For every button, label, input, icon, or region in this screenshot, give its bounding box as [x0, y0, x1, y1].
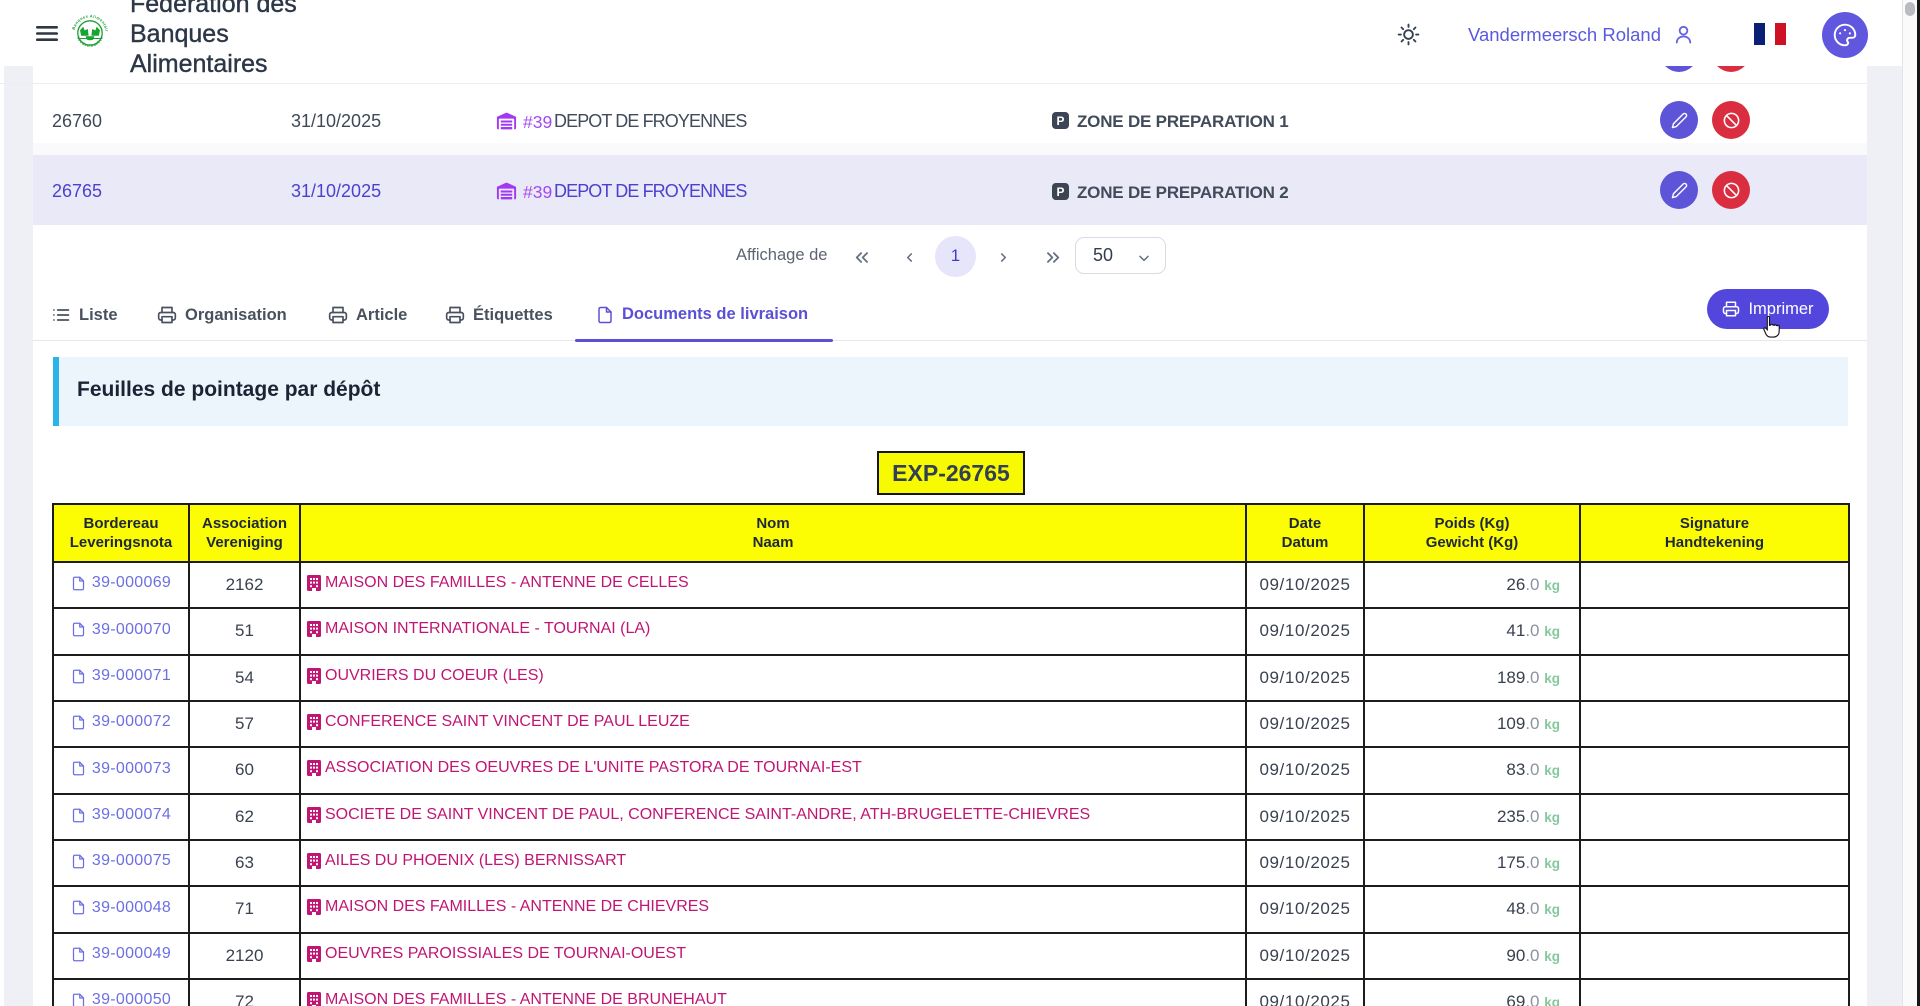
svg-text:P: P [1057, 114, 1065, 128]
svg-text:Banques Alimentaires: Banques Alimentaires [71, 14, 109, 32]
svg-text:P: P [1057, 185, 1065, 199]
